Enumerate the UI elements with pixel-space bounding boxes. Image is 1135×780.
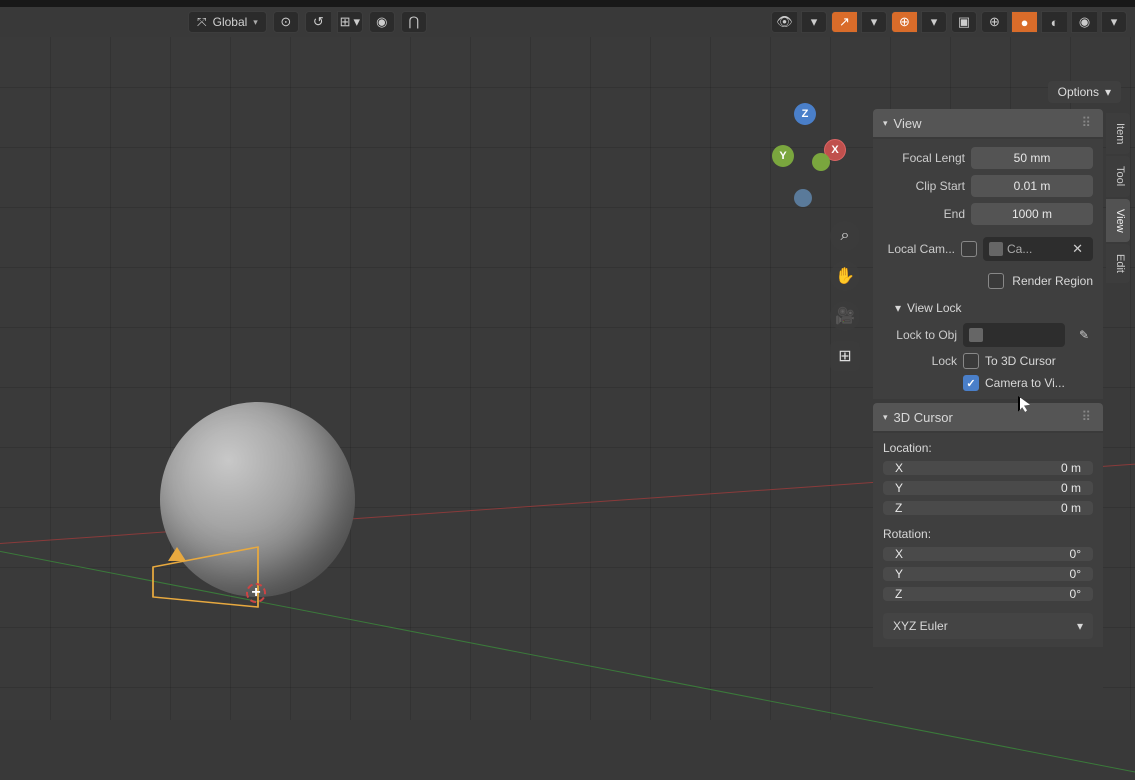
overlay-toggle-button[interactable]: ⊕ <box>891 11 917 33</box>
orientation-label: Global <box>213 15 248 29</box>
axes-icon: ⤧ <box>197 15 207 30</box>
local-camera-field[interactable]: Ca... ✕ <box>983 237 1093 261</box>
navigation-gizmo[interactable]: Z Y X <box>762 103 852 223</box>
xray-button[interactable]: ▣ <box>951 11 977 33</box>
options-dropdown[interactable]: Options ▾ <box>1048 81 1121 103</box>
tab-edit[interactable]: Edit <box>1106 244 1130 283</box>
magnifier-icon: ⌕ <box>841 227 850 245</box>
render-region-label: Render Region <box>1012 274 1093 288</box>
tab-view[interactable]: View <box>1106 199 1130 243</box>
viewport-nav-tools: ⌕ ✋ 🎥 ⊞ <box>830 221 860 371</box>
render-region-checkbox[interactable] <box>988 273 1004 289</box>
focal-length-label: Focal Lengt <box>883 151 965 165</box>
3d-cursor-panel-body: Location: X 0 m Y 0 m Z 0 m Rotation: X … <box>873 433 1103 647</box>
object-icon <box>989 242 1003 256</box>
window-top-strip <box>0 0 1135 7</box>
camera-view-tool[interactable]: 🎥 <box>830 301 860 331</box>
n-panel-tabs: Item Tool View Edit <box>1106 113 1130 283</box>
proportional-falloff-button[interactable]: ⋂ <box>401 11 427 33</box>
orientation-dropdown[interactable]: ⤧ Global ▾ <box>188 11 267 33</box>
clip-end-field[interactable]: 1000 m <box>971 203 1093 225</box>
chevron-down-icon: ▾ <box>253 17 258 28</box>
camera-to-view-label: Camera to Vi... <box>985 376 1065 390</box>
shading-wireframe-button[interactable]: ⊕ <box>981 11 1007 33</box>
tab-item[interactable]: Item <box>1106 113 1130 154</box>
zoom-tool[interactable]: ⌕ <box>830 221 860 251</box>
gizmo-dropdown[interactable]: ▾ <box>861 11 887 33</box>
camera-icon: 🎥 <box>835 306 855 326</box>
lock-to-3d-cursor-checkbox[interactable] <box>963 353 979 369</box>
tab-tool[interactable]: Tool <box>1106 156 1130 196</box>
gizmo-center[interactable] <box>812 153 830 171</box>
cursor-loc-y-field[interactable]: Y 0 m <box>883 481 1093 495</box>
local-camera-label: Local Cam... <box>883 242 955 256</box>
lock-to-object-label: Lock to Obj <box>883 328 957 342</box>
overlay-dropdown[interactable]: ▾ <box>921 11 947 33</box>
grip-icon[interactable]: ⠿ <box>1081 115 1093 131</box>
snap-magnet-button[interactable]: ↺ <box>305 11 331 33</box>
clip-start-field[interactable]: 0.01 m <box>971 175 1093 197</box>
snap-target-button[interactable]: ⊙ <box>273 11 299 33</box>
3d-viewport[interactable]: Options ▾ Z Y X ⌕ ✋ 🎥 ⊞ ▾ View ⠿ Focal L… <box>0 37 1135 720</box>
shading-solid-button[interactable]: ● <box>1011 11 1037 33</box>
object-icon <box>969 328 983 342</box>
camera-object[interactable] <box>148 537 263 617</box>
gizmo-toggle-button[interactable]: ↗ <box>831 11 857 33</box>
local-camera-checkbox[interactable] <box>961 241 977 257</box>
shading-dropdown[interactable]: ▾ <box>1101 11 1127 33</box>
location-label: Location: <box>883 441 1093 455</box>
chevron-down-icon: ▾ <box>1105 85 1111 99</box>
clip-start-label: Clip Start <box>883 179 965 193</box>
cursor-rot-y-field[interactable]: Y 0° <box>883 567 1093 581</box>
clear-icon[interactable]: ✕ <box>1068 241 1087 257</box>
gizmo-y-axis[interactable]: Y <box>772 145 794 167</box>
eyedropper-icon[interactable]: ✎ <box>1075 326 1093 344</box>
visibility-dropdown[interactable]: ▾ <box>801 11 827 33</box>
clip-end-label: End <box>883 207 965 221</box>
chevron-down-icon: ▾ <box>883 412 888 423</box>
cursor-loc-x-field[interactable]: X 0 m <box>883 461 1093 475</box>
visibility-button[interactable]: 👁 <box>771 11 797 33</box>
proportional-edit-button[interactable]: ◉ <box>369 11 395 33</box>
rotation-mode-dropdown[interactable]: XYZ Euler ▾ <box>883 613 1093 639</box>
view-panel-header[interactable]: ▾ View ⠿ <box>873 109 1103 137</box>
rotation-label: Rotation: <box>883 527 1093 541</box>
camera-to-view-checkbox[interactable] <box>963 375 979 391</box>
hand-icon: ✋ <box>835 266 855 286</box>
cursor-rot-z-field[interactable]: Z 0° <box>883 587 1093 601</box>
cursor-rot-x-field[interactable]: X 0° <box>883 547 1093 561</box>
view-panel-body: Focal Lengt 50 mm Clip Start 0.01 m End … <box>873 139 1103 399</box>
shading-material-button[interactable]: ◐ <box>1041 11 1067 33</box>
viewport-header: ⤧ Global ▾ ⊙ ↺ ⊞▾ ◉ ⋂ 👁 ▾ ↗ ▾ ⊕ ▾ ▣ ⊕ ● … <box>0 7 1135 37</box>
lock-label: Lock <box>883 354 957 368</box>
view-lock-subheader[interactable]: ▾ View Lock <box>883 297 1093 317</box>
chevron-down-icon: ▾ <box>883 118 888 129</box>
chevron-down-icon: ▾ <box>1077 619 1083 633</box>
chevron-down-icon: ▾ <box>895 301 901 315</box>
focal-length-field[interactable]: 50 mm <box>971 147 1093 169</box>
perspective-tool[interactable]: ⊞ <box>830 341 860 371</box>
3d-cursor-panel-header[interactable]: ▾ 3D Cursor ⠿ <box>873 403 1103 431</box>
3d-cursor-indicator <box>246 583 266 603</box>
gizmo-z-axis[interactable]: Z <box>794 103 816 125</box>
grip-icon[interactable]: ⠿ <box>1081 409 1093 425</box>
n-panel: ▾ View ⠿ Focal Lengt 50 mm Clip Start 0.… <box>873 109 1103 720</box>
lock-to-object-field[interactable] <box>963 323 1065 347</box>
grid-icon: ⊞ <box>838 346 851 366</box>
lock-to-3d-cursor-label: To 3D Cursor <box>985 354 1056 368</box>
snap-type-dropdown[interactable]: ⊞▾ <box>337 11 363 33</box>
pan-tool[interactable]: ✋ <box>830 261 860 291</box>
gizmo-neg-z[interactable] <box>794 189 812 207</box>
shading-rendered-button[interactable]: ◉ <box>1071 11 1097 33</box>
cursor-loc-z-field[interactable]: Z 0 m <box>883 501 1093 515</box>
